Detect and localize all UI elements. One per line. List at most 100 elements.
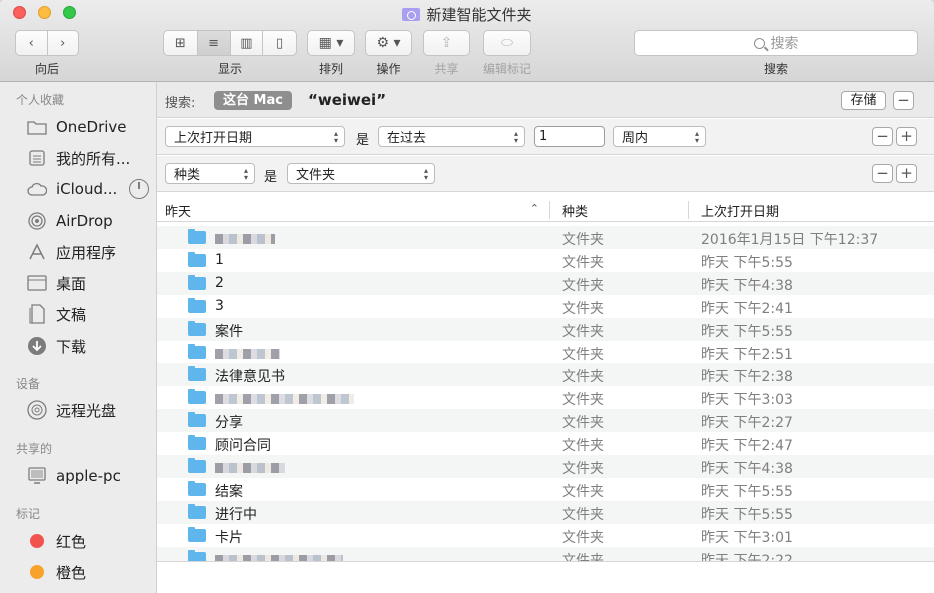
column-view-button[interactable]: ▥ <box>231 31 264 55</box>
search-field[interactable]: 搜索 <box>634 30 918 56</box>
sidebar-item-tag-red[interactable]: 红色 <box>26 530 86 552</box>
search-icon <box>753 37 765 49</box>
file-kind: 文件夹 <box>562 300 604 317</box>
sidebar-item-icloud[interactable]: iCloud... <box>26 178 150 200</box>
sidebar-item-onedrive[interactable]: OneDrive <box>26 116 127 138</box>
chevron-right-icon: › <box>60 35 66 51</box>
operator-label: 是 <box>356 133 370 148</box>
columns-icon: ▥ <box>240 35 253 51</box>
arrange-icon: ▦ ▾ <box>318 35 344 51</box>
redacted-name <box>215 234 275 244</box>
column-divider[interactable] <box>688 201 689 219</box>
sidebar-item-tag-orange[interactable]: 橙色 <box>26 561 86 583</box>
chevron-left-icon: ‹ <box>28 35 34 51</box>
sidebar-item-applications[interactable]: 应用程序 <box>26 241 116 263</box>
add-criteria-button[interactable]: + <box>896 164 917 183</box>
gear-icon: ⚙ ▾ <box>376 35 401 51</box>
updown-arrow-icon: ▴ ▾ <box>243 166 248 182</box>
updown-arrow-icon: ▴ ▾ <box>694 129 699 145</box>
applications-icon <box>26 242 48 262</box>
list-item[interactable]: 顾问合同 文件夹 昨天 下午2:47 <box>157 432 934 455</box>
scope-this-mac-button[interactable]: 这台 Mac <box>214 91 292 110</box>
condition-popup[interactable]: 在过去 ▴ ▾ <box>378 126 525 147</box>
forward-button[interactable]: › <box>48 31 79 55</box>
unit-popup[interactable]: 周内 ▴ ▾ <box>613 126 706 147</box>
save-search-button[interactable]: 存储 <box>841 91 886 110</box>
toolbar: 新建智能文件夹 ‹ › 向后 ⊞ ≡ ▥ ▯ 显示 ▦ ▾ 排列 ⚙ ▾ 操作 … <box>0 0 934 82</box>
file-name <box>215 550 343 561</box>
file-date: 昨天 下午2:41 <box>701 300 793 317</box>
folder-icon <box>188 435 206 451</box>
list-item[interactable]: 3 文件夹 昨天 下午2:41 <box>157 295 934 318</box>
airdrop-icon <box>26 211 48 231</box>
gallery-view-button[interactable]: ▯ <box>263 31 296 55</box>
list-item[interactable]: 分享 文件夹 昨天 下午2:27 <box>157 409 934 433</box>
list-item[interactable]: 文件夹 2016年1月15日 下午12:37 <box>157 226 934 249</box>
list-item[interactable]: 法律意见书 文件夹 昨天 下午2:38 <box>157 363 934 387</box>
folder-icon <box>188 480 206 496</box>
list-item[interactable]: 1 文件夹 昨天 下午5:55 <box>157 249 934 272</box>
file-date: 昨天 下午2:22 <box>701 552 793 561</box>
edit-tags-label: 编辑标记 <box>482 62 531 76</box>
list-item[interactable]: 文件夹 昨天 下午2:22 <box>157 546 934 561</box>
file-list: 文件夹 2016年1月15日 下午12:37 1 文件夹 昨天 下午5:55 2 文件夹 昨天… <box>157 226 934 561</box>
condition-popup[interactable]: 文件夹 ▴ ▾ <box>287 163 435 184</box>
kind-column-header[interactable]: 种类 <box>554 198 686 222</box>
attribute-popup[interactable]: 上次打开日期 ▴ ▾ <box>165 126 345 147</box>
attribute-popup[interactable]: 种类 ▴ ▾ <box>165 163 255 184</box>
search-query-text: “weiwei” <box>308 91 387 109</box>
file-date: 昨天 下午2:51 <box>701 346 793 363</box>
updown-arrow-icon: ▴ ▾ <box>423 166 428 182</box>
sidebar-item-apple-pc[interactable]: apple-pc <box>26 465 121 487</box>
arrange-button[interactable]: ▦ ▾ <box>307 30 355 56</box>
folder-icon <box>188 389 206 405</box>
sidebar-item-all-files[interactable]: 我的所有... <box>26 147 130 169</box>
sidebar: 个人收藏 OneDrive 我的所有... iCloud... AirDrop … <box>0 82 157 593</box>
devices-header: 设备 <box>16 377 41 391</box>
remove-criteria-button[interactable]: − <box>872 164 893 183</box>
back-button[interactable]: ‹ <box>16 31 48 55</box>
list-item[interactable]: 结案 文件夹 昨天 下午5:55 <box>157 478 934 501</box>
file-date: 昨天 下午5:55 <box>701 254 793 271</box>
sidebar-item-airdrop[interactable]: AirDrop <box>26 210 113 232</box>
file-date: 昨天 下午2:47 <box>701 438 793 455</box>
list-item[interactable]: 2 文件夹 昨天 下午4:38 <box>157 271 934 295</box>
list-view-button[interactable]: ≡ <box>197 31 231 55</box>
file-name: 2 <box>215 274 224 291</box>
sidebar-item-downloads[interactable]: 下载 <box>26 335 86 357</box>
value-input[interactable]: 1 <box>534 126 605 147</box>
icon-view-button[interactable]: ⊞ <box>164 31 198 55</box>
date-column-header[interactable]: 上次打开日期 <box>693 198 933 222</box>
edit-tags-button[interactable]: ⬭ <box>483 30 531 56</box>
add-criteria-button[interactable]: + <box>896 127 917 146</box>
file-kind: 文件夹 <box>562 438 604 455</box>
updown-arrow-icon: ▴ ▾ <box>513 129 518 145</box>
action-button[interactable]: ⚙ ▾ <box>365 30 412 56</box>
name-column-header[interactable]: 昨天 ⌃ <box>157 198 549 222</box>
sidebar-item-remote-disc[interactable]: 远程光盘 <box>26 399 116 421</box>
view-label: 显示 <box>217 62 242 76</box>
folder-icon <box>188 229 206 244</box>
remove-criteria-group-button[interactable]: − <box>893 91 914 110</box>
column-divider[interactable] <box>549 201 550 219</box>
share-button[interactable]: ⇪ <box>423 30 470 56</box>
file-name: 卡片 <box>215 529 243 546</box>
back-label: 向后 <box>34 62 59 76</box>
file-name: 1 <box>215 251 224 268</box>
file-date: 昨天 下午2:27 <box>701 415 793 432</box>
search-scope-label: 搜索: <box>165 96 196 111</box>
list-item[interactable]: 文件夹 昨天 下午2:51 <box>157 341 934 364</box>
file-name <box>215 389 354 405</box>
list-item[interactable]: 文件夹 昨天 下午4:38 <box>157 455 934 478</box>
file-name: 3 <box>215 297 224 314</box>
file-kind: 文件夹 <box>562 232 604 248</box>
list-item[interactable]: 进行中 文件夹 昨天 下午5:55 <box>157 500 934 524</box>
list-item[interactable]: 卡片 文件夹 昨天 下午3:01 <box>157 524 934 547</box>
list-item[interactable]: 文件夹 昨天 下午3:03 <box>157 386 934 409</box>
file-kind: 文件夹 <box>562 277 604 294</box>
file-name <box>215 229 275 245</box>
sidebar-item-documents[interactable]: 文稿 <box>26 303 86 325</box>
remove-criteria-button[interactable]: − <box>872 127 893 146</box>
list-item[interactable]: 案件 文件夹 昨天 下午5:55 <box>157 317 934 341</box>
sidebar-item-desktop[interactable]: 桌面 <box>26 272 86 294</box>
